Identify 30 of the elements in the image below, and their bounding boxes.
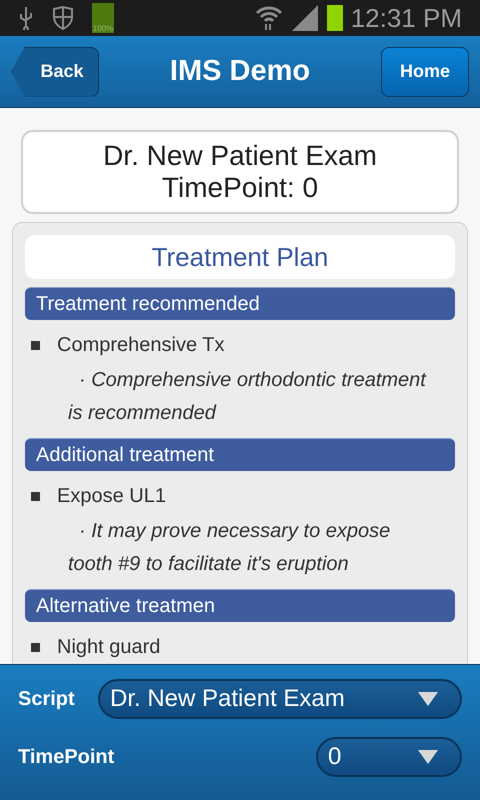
usb-icon xyxy=(18,6,34,30)
caret-icon xyxy=(418,692,438,706)
section-heading: Treatment recommended xyxy=(25,287,455,320)
exam-card-line: Dr. New Patient Exam xyxy=(103,140,377,172)
bullet-icon xyxy=(31,642,40,652)
back-button[interactable]: Back xyxy=(11,46,99,96)
clock: 12:31 PM xyxy=(350,2,462,34)
wifi-icon xyxy=(254,5,283,31)
bullet-icon xyxy=(31,492,40,500)
section-heading: Alternative treatmen xyxy=(25,589,455,622)
item-label: Expose UL1 xyxy=(57,484,166,509)
caret-icon xyxy=(418,750,438,764)
battery-percentage: 100% xyxy=(92,25,114,33)
item-note: · Comprehensive orthodontic treatment is recommended xyxy=(67,368,428,426)
battery-icon xyxy=(326,5,343,31)
exam-card-line: TimePoint: 0 xyxy=(162,172,318,204)
home-button[interactable]: Home xyxy=(381,46,469,96)
dropdown[interactable]: Dr. New Patient Exam xyxy=(98,679,462,719)
signal-icon xyxy=(290,5,319,31)
item-label: Comprehensive Tx xyxy=(57,333,224,358)
dropdown[interactable]: 0 xyxy=(316,737,462,777)
panel-title: Treatment Plan xyxy=(25,235,455,279)
page-title: IMS Demo xyxy=(170,54,310,89)
item-label: Night guard xyxy=(57,635,160,660)
shield-icon xyxy=(52,6,74,30)
bullet-icon xyxy=(31,340,40,350)
section-heading: Additional treatment xyxy=(25,438,455,471)
field-label: TimePoint xyxy=(18,745,114,770)
item-note: · It may prove necessary to expose tooth #9 to facilitate it's eruption xyxy=(67,519,392,577)
field-label: Script xyxy=(18,687,75,712)
